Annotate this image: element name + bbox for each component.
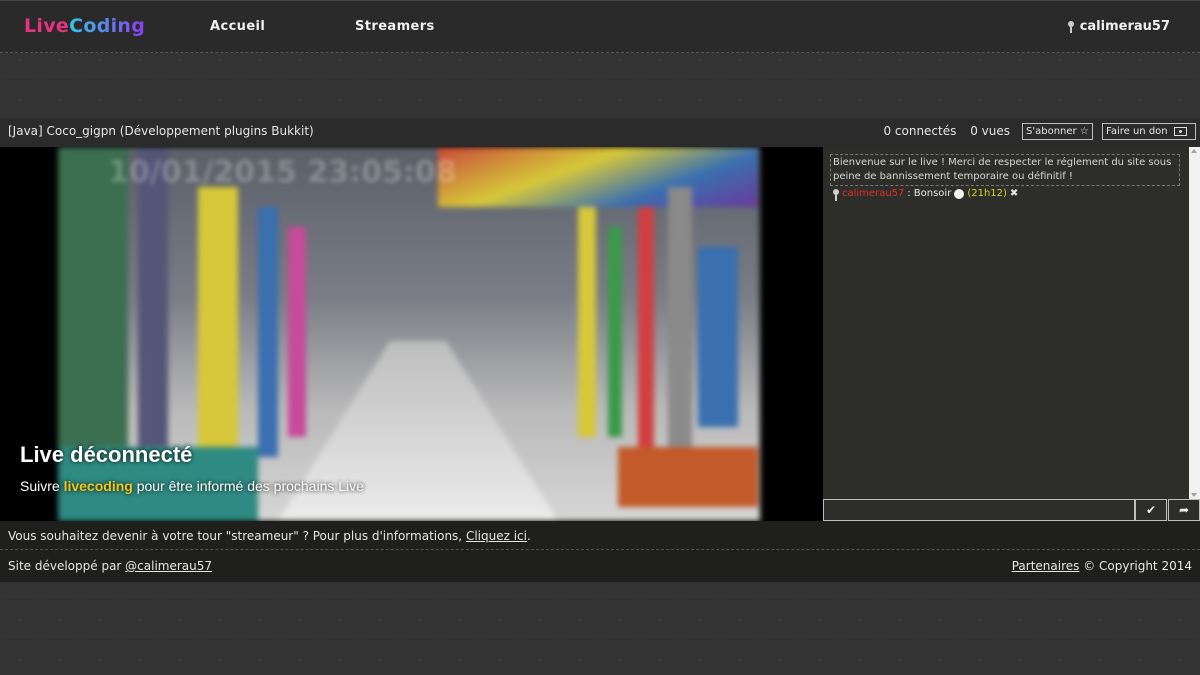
copyright-text: © Copyright 2014: [1079, 559, 1192, 573]
chat-exit-button[interactable]: ➦: [1168, 499, 1200, 521]
offline-subtitle: Suivre livecoding pour être informé des …: [20, 478, 364, 494]
subscribe-button[interactable]: S'abonner ☆: [1022, 123, 1093, 140]
user-icon: [831, 188, 839, 201]
stream-title-bar: [Java] Coco_gigpn (Développement plugins…: [0, 118, 1200, 147]
partners-link[interactable]: Partenaires: [1012, 559, 1080, 573]
sign-out-icon: ➦: [1178, 503, 1190, 517]
stream-stats: 0 connectés 0 vues: [873, 124, 1010, 138]
chat-message-text: Bonsoir: [913, 188, 952, 199]
video-timestamp: 10/01/2015 23:05:08: [108, 155, 457, 190]
promo-link[interactable]: Cliquez ici: [466, 529, 527, 543]
footer: Site développé par @calimerau57 Partenai…: [0, 550, 1200, 582]
offline-title: Live déconnecté: [20, 442, 193, 467]
delete-message-icon[interactable]: ✖: [1010, 188, 1018, 199]
chat-send-button[interactable]: ✔: [1135, 499, 1167, 521]
author-link[interactable]: @calimerau57: [125, 559, 212, 573]
user-menu[interactable]: calimerau57: [1066, 19, 1170, 34]
logo-part-1: Live: [24, 15, 70, 37]
nav-accueil[interactable]: Accueil: [210, 19, 265, 34]
donate-button[interactable]: Faire un don: [1102, 123, 1196, 140]
livecoding-link[interactable]: livecoding: [64, 478, 133, 494]
promo-message: Vous souhaitez devenir à votre tour "str…: [8, 529, 466, 543]
username: calimerau57: [1079, 19, 1170, 34]
top-navbar: LiveCoding Accueil Streamers calimerau57: [0, 0, 1200, 53]
chat-message-user[interactable]: calimerau57: [842, 188, 904, 199]
site-logo[interactable]: LiveCoding: [24, 15, 145, 37]
offline-sub-after: pour être informé des prochains Live: [132, 478, 364, 494]
check-icon: ✔: [1145, 503, 1157, 517]
footer-copyright: Partenaires © Copyright 2014: [1012, 559, 1192, 573]
view-count: 0 vues: [970, 124, 1010, 138]
nav-streamers[interactable]: Streamers: [355, 19, 435, 34]
footer-credit-text: Site développé par: [8, 559, 126, 573]
chat-message: calimerau57: Bonsoir (21h12) ✖: [831, 188, 1018, 201]
chat-input[interactable]: [823, 499, 1135, 521]
smiley-icon: [954, 188, 965, 199]
footer-credit: Site développé par @calimerau57: [8, 559, 212, 573]
chat-welcome-message: Bienvenue sur le live ! Merci de respect…: [830, 154, 1180, 186]
chat-panel: Bienvenue sur le live ! Merci de respect…: [823, 147, 1200, 499]
offline-sub-before: Suivre: [20, 478, 64, 494]
user-icon: [1066, 20, 1076, 33]
logo-part-2: Coding: [69, 15, 146, 37]
chat-message-time: (21h12): [967, 188, 1007, 199]
promo-text: Vous souhaitez devenir à votre tour "str…: [8, 529, 531, 543]
connected-count: 0 connectés: [883, 124, 957, 138]
ticket-icon: [1173, 126, 1187, 136]
stream-title: [Java] Coco_gigpn (Développement plugins…: [8, 124, 314, 138]
chat-scrollbar[interactable]: [1189, 147, 1200, 499]
streamer-promo-bar: Vous souhaitez devenir à votre tour "str…: [0, 521, 1200, 550]
donate-label: Faire un don: [1106, 126, 1168, 137]
video-player[interactable]: 10/01/2015 23:05:08 Live déconnecté Suiv…: [0, 147, 823, 521]
